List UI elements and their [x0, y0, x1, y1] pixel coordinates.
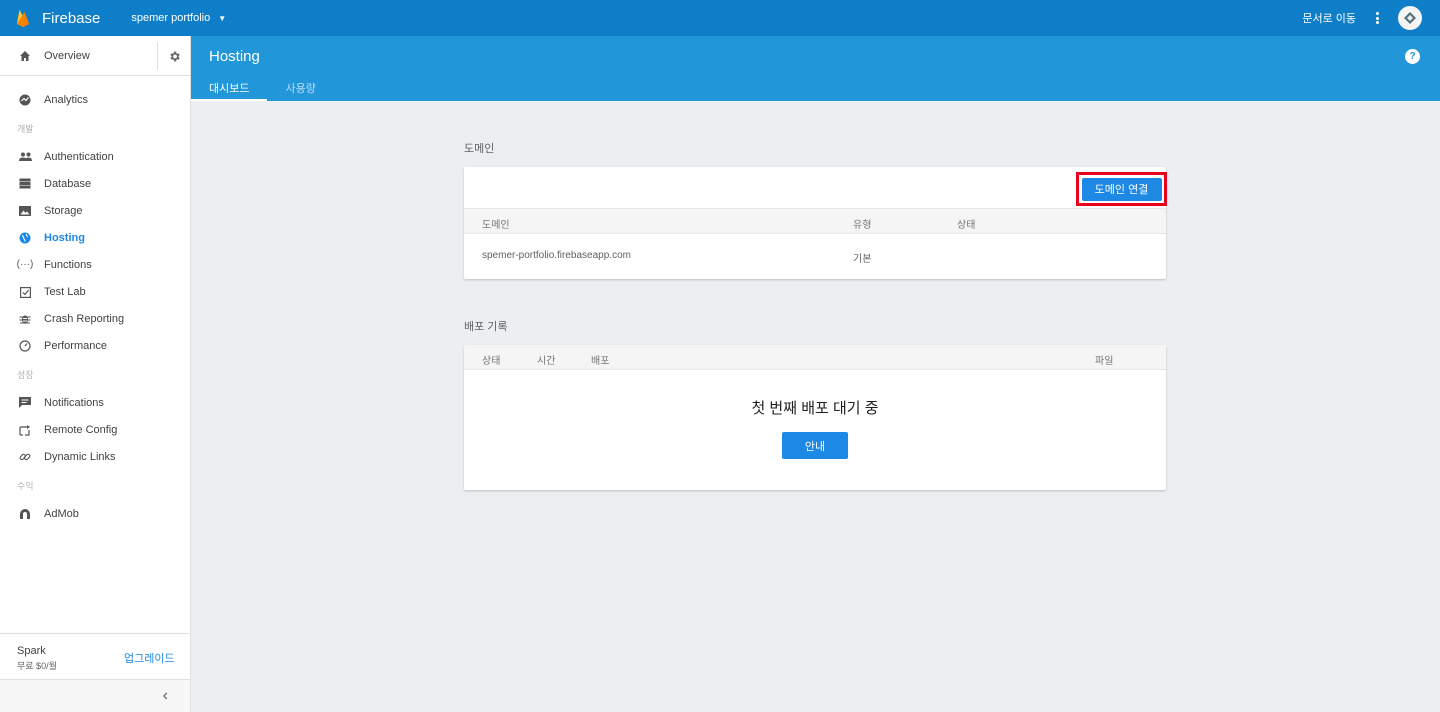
sidebar-item-label: Analytics — [44, 93, 89, 106]
domains-card: 도메인 연결 도메인 유형 상태 spemer-portfolio.fireba… — [464, 167, 1167, 279]
sidebar-item-storage[interactable]: Storage — [0, 197, 190, 224]
project-selector[interactable]: spemer portfolio ▼ — [131, 12, 226, 24]
page-title: Hosting — [209, 48, 260, 65]
column-header-type: 유형 — [853, 220, 872, 231]
topbar-actions: 문서로 이동 — [1302, 0, 1422, 36]
sidebar-item-crash-reporting[interactable]: Crash Reporting — [0, 305, 190, 332]
connect-domain-button[interactable]: 도메인 연결 — [1081, 177, 1162, 201]
database-icon — [17, 176, 33, 192]
sidebar-item-database[interactable]: Database — [0, 170, 190, 197]
empty-state-text: 첫 번째 배포 대기 중 — [751, 400, 879, 417]
chevron-left-icon: ‹ — [162, 687, 168, 704]
deploys-section-title: 배포 기록 — [464, 321, 508, 333]
storage-icon — [17, 203, 33, 219]
type-cell: 기본 — [853, 254, 872, 265]
table-row: spemer-portfolio.firebaseapp.com 기본 — [464, 234, 1166, 279]
sidebar-item-label: Dynamic Links — [44, 450, 116, 463]
domain-cell[interactable]: spemer-portfolio.firebaseapp.com — [482, 250, 631, 261]
domains-table-header: 도메인 유형 상태 — [464, 208, 1166, 234]
top-app-bar: Firebase spemer portfolio ▼ 문서로 이동 — [0, 0, 1440, 36]
sidebar-item-notifications[interactable]: Notifications — [0, 389, 190, 416]
account-avatar-icon — [1404, 12, 1416, 24]
people-icon — [17, 149, 33, 165]
connect-domain-highlight: 도메인 연결 — [1076, 172, 1167, 206]
firebase-logo[interactable]: Firebase — [16, 9, 100, 27]
column-header-deploy: 배포 — [591, 356, 610, 367]
sidebar-item-dynamic-links[interactable]: Dynamic Links — [0, 443, 190, 470]
home-icon — [17, 48, 33, 64]
sidebar-item-label: Notifications — [44, 396, 104, 409]
sidebar-item-admob[interactable]: AdMob — [0, 500, 190, 527]
brand-name: Firebase — [42, 9, 101, 27]
bug-icon — [17, 311, 33, 327]
sidebar-item-label: Overview — [44, 49, 90, 62]
section-label-earn: 수익 — [17, 480, 34, 491]
globe-icon — [17, 230, 33, 246]
project-name: spemer portfolio — [131, 12, 211, 24]
collapse-sidebar-button[interactable]: ‹ — [0, 679, 190, 712]
page-header: Hosting ? 대시보드 사용량 — [191, 36, 1440, 101]
sidebar-item-overview[interactable]: Overview — [0, 36, 157, 76]
tab-dashboard[interactable]: 대시보드 — [191, 74, 268, 101]
remote-config-icon — [17, 422, 33, 438]
more-vert-icon[interactable] — [1370, 10, 1384, 26]
test-lab-icon — [17, 284, 33, 300]
domains-section-title: 도메인 — [464, 143, 495, 155]
functions-icon: (···) — [16, 259, 34, 270]
column-header-domain: 도메인 — [482, 220, 510, 231]
sidebar-item-analytics[interactable]: Analytics — [0, 86, 190, 113]
sidebar-item-remote-config[interactable]: Remote Config — [0, 416, 190, 443]
sidebar-item-functions[interactable]: (···) Functions — [0, 251, 190, 278]
settings-gear-icon[interactable] — [157, 42, 191, 70]
guide-button[interactable]: 안내 — [782, 432, 848, 459]
sidebar-item-hosting[interactable]: Hosting — [0, 224, 190, 251]
sidebar-item-label: Authentication — [44, 150, 114, 163]
sidebar-item-performance[interactable]: Performance — [0, 332, 190, 359]
sidebar-item-label: AdMob — [44, 507, 79, 520]
sidebar-item-label: Crash Reporting — [44, 312, 125, 325]
tab-bar: 대시보드 사용량 — [191, 74, 334, 101]
sidebar-item-label: Remote Config — [44, 423, 118, 436]
plan-info: Spark 무료 $0/월 업그레이드 — [0, 633, 190, 679]
docs-link[interactable]: 문서로 이동 — [1302, 10, 1356, 26]
sidebar-item-label: Test Lab — [44, 285, 86, 298]
speedometer-icon — [17, 338, 33, 354]
sidebar-item-authentication[interactable]: Authentication — [0, 143, 190, 170]
link-icon — [17, 449, 33, 465]
admob-icon — [17, 506, 33, 522]
column-header-status: 상태 — [482, 356, 501, 367]
section-label-develop: 개발 — [17, 123, 34, 134]
deploys-card: 상태 시간 배포 파일 첫 번째 배포 대기 중 안내 — [464, 345, 1166, 490]
caret-down-icon: ▼ — [218, 13, 227, 23]
sidebar-item-test-lab[interactable]: Test Lab — [0, 278, 190, 305]
help-icon[interactable]: ? — [1405, 49, 1420, 64]
section-label-grow: 성장 — [17, 369, 34, 380]
sidebar-item-label: Performance — [44, 339, 107, 352]
sidebar-item-label: Functions — [44, 258, 92, 271]
overview-row: Overview — [0, 36, 190, 76]
avatar[interactable] — [1398, 6, 1422, 30]
column-header-files: 파일 — [1095, 356, 1114, 367]
sidebar: Overview Analytics 개발 Authentication Dat… — [0, 36, 191, 712]
message-icon — [17, 395, 33, 411]
column-header-time: 시간 — [537, 356, 556, 367]
sidebar-item-label: Database — [44, 177, 92, 190]
analytics-icon — [17, 92, 33, 108]
upgrade-link[interactable]: 업그레이드 — [124, 650, 175, 666]
sidebar-item-label: Storage — [44, 204, 83, 217]
sidebar-item-label: Hosting — [44, 231, 85, 244]
firebase-flame-icon — [17, 10, 29, 27]
tab-usage[interactable]: 사용량 — [267, 74, 333, 101]
deploys-table-header: 상태 시간 배포 파일 — [464, 345, 1166, 370]
column-header-status: 상태 — [957, 220, 976, 231]
